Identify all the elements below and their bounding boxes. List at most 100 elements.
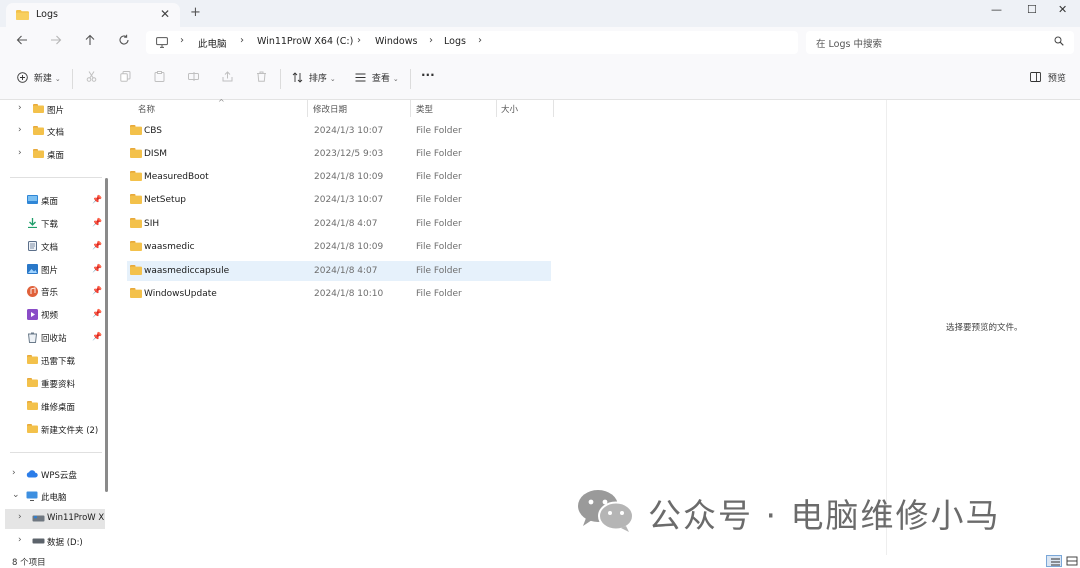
table-row[interactable]: CBS 2024/1/3 10:07 File Folder bbox=[127, 121, 551, 141]
refresh-icon bbox=[119, 34, 129, 45]
minimize-button[interactable]: — bbox=[991, 3, 1002, 16]
table-row[interactable]: DISM 2023/12/5 9:03 File Folder bbox=[127, 144, 551, 164]
column-name[interactable]: 名称 bbox=[138, 103, 155, 115]
cut-button[interactable] bbox=[86, 71, 97, 85]
quick-access-downloads[interactable]: 下载 📌 bbox=[0, 214, 112, 234]
back-button[interactable] bbox=[16, 34, 28, 50]
paste-button[interactable] bbox=[154, 71, 165, 85]
quick-access-recycle-bin[interactable]: 回收站 📌 bbox=[0, 328, 112, 348]
close-tab-button[interactable]: ✕ bbox=[160, 7, 170, 21]
file-name: MeasuredBoot bbox=[144, 172, 209, 182]
sidebar-scrollbar[interactable] bbox=[105, 178, 108, 492]
folder-icon bbox=[130, 218, 142, 228]
file-type: File Folder bbox=[416, 126, 462, 136]
table-row[interactable]: NetSetup 2024/1/3 10:07 File Folder bbox=[127, 190, 551, 210]
column-divider[interactable] bbox=[496, 100, 497, 117]
quick-access-music[interactable]: 音乐 📌 bbox=[0, 282, 112, 302]
quick-access-repair-desktop[interactable]: 维修桌面 bbox=[0, 397, 112, 417]
column-date-modified[interactable]: 修改日期 bbox=[313, 103, 347, 115]
sidebar-item-this-pc[interactable]: ⌄ 此电脑 bbox=[0, 487, 112, 507]
quick-access-xunlei-downloads[interactable]: 迅雷下载 bbox=[0, 351, 112, 371]
clipboard-icon bbox=[154, 71, 165, 82]
table-row[interactable]: SIH 2024/1/8 4:07 File Folder bbox=[127, 214, 551, 234]
trash-icon bbox=[257, 71, 266, 82]
file-date: 2024/1/3 10:07 bbox=[314, 126, 384, 136]
sidebar-item-label: 视频 bbox=[41, 311, 59, 321]
sidebar-item-label: 此电脑 bbox=[41, 493, 67, 503]
quick-access-important-files[interactable]: 重要资料 bbox=[0, 374, 112, 394]
scissors-icon bbox=[86, 71, 97, 82]
close-window-button[interactable]: ✕ bbox=[1058, 3, 1067, 16]
column-divider[interactable] bbox=[410, 100, 411, 117]
breadcrumb-drive-c[interactable]: Win11ProW X64 (C:) bbox=[257, 36, 353, 47]
chevron-right-icon: › bbox=[18, 125, 22, 135]
folder-icon bbox=[16, 10, 29, 20]
tab-logs[interactable]: Logs ✕ bbox=[6, 3, 180, 27]
sidebar-item-desktop[interactable]: › 桌面 bbox=[0, 145, 112, 165]
folder-icon bbox=[130, 148, 142, 158]
toolbar-divider bbox=[72, 69, 73, 89]
new-tab-button[interactable]: + bbox=[190, 5, 201, 20]
chevron-right-icon: › bbox=[18, 512, 22, 522]
chevron-down-icon: ⌄ bbox=[54, 75, 61, 83]
quick-access-documents[interactable]: 文档 📌 bbox=[0, 237, 112, 257]
sort-button[interactable]: 排序 ⌄ bbox=[292, 71, 336, 84]
column-type[interactable]: 类型 bbox=[416, 103, 433, 115]
breadcrumb-logs[interactable]: Logs bbox=[444, 36, 466, 47]
path-bar[interactable]: › 此电脑 › Win11ProW X64 (C:) › Windows › L… bbox=[146, 31, 798, 54]
maximize-button[interactable]: ☐ bbox=[1027, 3, 1037, 16]
search-input[interactable]: 在 Logs 中搜索 bbox=[806, 31, 1074, 54]
more-options-button[interactable]: ··· bbox=[421, 68, 435, 82]
command-bar: 新建 ⌄ 排序 ⌄ 查看 ⌄ ··· 预览 bbox=[0, 59, 1080, 100]
sidebar-item-label: 图片 bbox=[41, 266, 59, 276]
view-button[interactable]: 查看 ⌄ bbox=[355, 71, 399, 84]
folder-icon bbox=[27, 355, 38, 364]
refresh-button[interactable] bbox=[118, 34, 130, 50]
desktop-icon bbox=[27, 195, 38, 204]
sidebar-item-label: 桌面 bbox=[41, 197, 59, 207]
file-type: File Folder bbox=[416, 266, 462, 276]
quick-access-videos[interactable]: 视频 📌 bbox=[0, 305, 112, 325]
sidebar-item-wps-cloud[interactable]: › WPS云盘 bbox=[0, 465, 112, 485]
file-name: DISM bbox=[144, 149, 168, 159]
file-date: 2023/12/5 9:03 bbox=[314, 149, 384, 159]
table-row[interactable]: waasmediccapsule 2024/1/8 4:07 File Fold… bbox=[127, 261, 551, 281]
column-divider[interactable] bbox=[553, 100, 554, 117]
sidebar-item-pictures[interactable]: › 图片 bbox=[0, 100, 112, 120]
sidebar-item-documents[interactable]: › 文档 bbox=[0, 122, 112, 142]
breadcrumb-this-pc[interactable]: 此电脑 bbox=[198, 36, 227, 50]
details-view-icon bbox=[1051, 558, 1060, 566]
table-row[interactable]: MeasuredBoot 2024/1/8 10:09 File Folder bbox=[127, 167, 551, 187]
preview-pane-button[interactable]: 预览 bbox=[1030, 71, 1066, 84]
file-date: 2024/1/8 4:07 bbox=[314, 266, 378, 276]
details-view-button[interactable] bbox=[1046, 555, 1062, 567]
column-size[interactable]: 大小 bbox=[501, 103, 518, 115]
up-button[interactable] bbox=[84, 34, 96, 50]
table-row[interactable]: WindowsUpdate 2024/1/8 10:10 File Folder bbox=[127, 284, 551, 304]
file-name: SIH bbox=[144, 219, 160, 229]
music-icon bbox=[27, 286, 38, 297]
table-row[interactable]: waasmedic 2024/1/8 10:09 File Folder bbox=[127, 237, 551, 257]
quick-access-pictures[interactable]: 图片 📌 bbox=[0, 260, 112, 280]
tab-title: Logs bbox=[36, 9, 58, 20]
copy-button[interactable] bbox=[120, 71, 131, 85]
sidebar-divider bbox=[10, 452, 102, 453]
new-button[interactable]: 新建 ⌄ bbox=[17, 71, 61, 84]
folder-icon bbox=[130, 265, 142, 275]
sort-label: 排序 bbox=[308, 74, 327, 84]
column-divider[interactable] bbox=[307, 100, 308, 117]
tiles-view-button[interactable] bbox=[1064, 555, 1080, 567]
share-button[interactable] bbox=[222, 71, 233, 85]
rename-button[interactable] bbox=[188, 71, 199, 85]
sort-icon bbox=[292, 72, 303, 83]
picture-icon bbox=[27, 264, 38, 274]
quick-access-new-folder-2[interactable]: 新建文件夹 (2) bbox=[0, 420, 112, 440]
breadcrumb-windows[interactable]: Windows bbox=[375, 36, 417, 47]
quick-access-desktop[interactable]: 桌面 📌 bbox=[0, 191, 112, 211]
chevron-right-icon: › bbox=[18, 535, 22, 545]
sidebar-item-label: 图片 bbox=[47, 106, 65, 116]
delete-button[interactable] bbox=[256, 71, 267, 85]
sidebar-item-drive-c[interactable]: › Win11ProW X bbox=[5, 509, 105, 529]
forward-button[interactable] bbox=[50, 34, 62, 50]
sidebar-item-drive-d[interactable]: › 数据 (D:) bbox=[0, 532, 112, 552]
